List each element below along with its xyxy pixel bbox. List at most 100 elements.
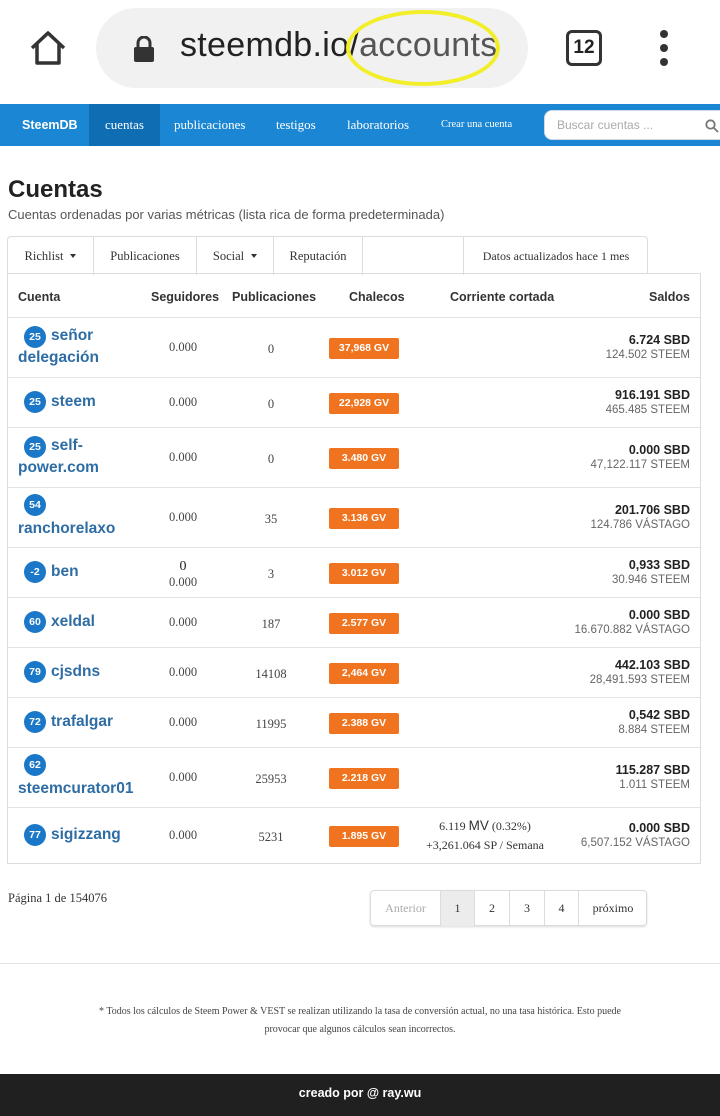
nav-item-cuentas[interactable]: cuentas — [89, 104, 160, 146]
tab-reputacion[interactable]: Reputación — [274, 237, 363, 275]
page-2-button[interactable]: 2 — [475, 891, 510, 926]
page-3-button[interactable]: 3 — [510, 891, 545, 926]
sort-tabs: Richlist Publicaciones Social Reputación… — [7, 236, 648, 275]
reputation-badge: 25 — [24, 391, 46, 413]
balance-sbd: 0.000 SBD — [628, 608, 690, 622]
account-link[interactable]: steem — [51, 391, 96, 413]
tab-richlist-label: Richlist — [24, 249, 64, 263]
balance-steem: 465.485 STEEM — [605, 404, 690, 416]
pagination: Anterior 1 2 3 4 próximo — [370, 890, 647, 926]
nav-item-publicaciones[interactable]: publicaciones — [174, 104, 245, 146]
balance-steem: 124.502 STEEM — [605, 349, 690, 361]
posts-count: 11995 — [255, 717, 287, 731]
table-row: 25 self-power.com 0.000 0 3.480 GV 0.000 SBD 4… — [8, 428, 700, 488]
account-link[interactable]: ranchorelaxo — [18, 518, 115, 540]
table-header: Cuenta Seguidores Publicaciones Chalecos… — [8, 274, 700, 318]
caret-down-icon — [251, 254, 258, 258]
tab-richlist[interactable]: Richlist — [8, 237, 94, 275]
followers-value: 0.000 — [168, 510, 198, 524]
search-icon[interactable] — [705, 119, 719, 133]
column-header-saldos[interactable]: Saldos — [649, 290, 690, 304]
page-subtitle: Cuentas ordenadas por varias métricas (l… — [8, 207, 445, 222]
reputation-badge: 62 — [24, 754, 46, 776]
account-link[interactable]: ben — [51, 561, 79, 583]
balance-sbd: 442.103 SBD — [614, 658, 690, 672]
followers-count: 0 — [179, 559, 187, 574]
posts-count: 14108 — [255, 667, 287, 681]
balance-steem: 1.011 STEEM — [619, 779, 690, 791]
posts-count: 3 — [267, 567, 275, 581]
followers-value: 0.000 — [168, 665, 198, 679]
page-info-current: 1 — [45, 891, 52, 905]
account-link-line2[interactable]: delegación — [18, 347, 99, 369]
balance-sbd: 115.287 SBD — [615, 763, 690, 777]
tab-social[interactable]: Social — [197, 237, 274, 275]
accounts-table: Cuenta Seguidores Publicaciones Chalecos… — [7, 273, 701, 864]
prev-page-button[interactable]: Anterior — [371, 891, 441, 926]
balance-sbd: 0.000 SBD — [628, 821, 690, 835]
browser-toolbar: steemdb.io/accounts 12 — [0, 0, 720, 104]
balance-steem: 8.884 STEEM — [618, 724, 690, 736]
table-row: 72 trafalgar 0.000 11995 2.388 GV 0,542 SBD 8.… — [8, 698, 700, 748]
nav-item-laboratorios[interactable]: laboratorios — [347, 104, 409, 146]
account-link[interactable]: xeldal — [51, 611, 95, 633]
vests-badge: 2.388 GV — [329, 713, 399, 734]
url-path: accounts — [359, 26, 498, 64]
account-link[interactable]: cjsdns — [51, 661, 100, 683]
balance-sbd: 0.000 SBD — [628, 443, 690, 457]
power-mv-value: 6.119 — [439, 819, 466, 833]
balance-steem: 30.946 STEEM — [612, 574, 690, 586]
url-text[interactable]: steemdb.io/accounts — [180, 26, 498, 65]
next-page-button[interactable]: próximo — [579, 891, 647, 926]
nav-item-testigos[interactable]: testigos — [276, 104, 316, 146]
account-link[interactable]: señor — [51, 325, 93, 347]
power-down-rate: 6.119 MV (0.32%) — [418, 818, 552, 834]
caret-down-icon — [70, 254, 77, 258]
reputation-badge: 77 — [24, 824, 46, 846]
footnote-line-2: provocar que algunos cálculos sean incor… — [264, 1024, 456, 1035]
table-row: 54 ranchorelaxo 0.000 35 3.136 GV 201.706 SBD… — [8, 488, 700, 548]
page-info: Página 1 de 154076 — [8, 891, 107, 906]
column-header-cuenta[interactable]: Cuenta — [18, 290, 60, 304]
column-header-chalecos[interactable]: Chalecos — [349, 290, 405, 304]
account-link-line2[interactable]: power.com — [18, 457, 99, 479]
footer-divider — [0, 963, 720, 964]
followers-value: 0.000 — [168, 828, 198, 842]
posts-count: 5231 — [258, 830, 284, 844]
reputation-badge: 25 — [24, 326, 46, 348]
brand-link[interactable]: SteemDB — [22, 104, 78, 146]
page-info-prefix: Página — [8, 891, 43, 905]
vests-badge: 22,928 GV — [329, 393, 399, 414]
table-row: -2 ben 0 0.000 3 3.012 GV 0,933 SBD 30.946 STEE… — [8, 548, 700, 598]
nav-item-create-account[interactable]: Crear una cuenta — [441, 104, 512, 146]
page-title: Cuentas — [8, 176, 103, 203]
column-header-corriente[interactable]: Corriente cortada — [450, 290, 554, 304]
account-link[interactable]: self- — [51, 435, 83, 457]
tab-publicaciones[interactable]: Publicaciones — [94, 237, 197, 275]
vests-badge: 3.136 GV — [329, 508, 399, 529]
home-icon[interactable] — [28, 28, 68, 68]
page-1-button[interactable]: 1 — [441, 891, 475, 926]
tab-switcher-button[interactable]: 12 — [566, 30, 602, 66]
table-row: 77 sigizzang 0.000 5231 1.895 GV 6.119 MV (0.… — [8, 808, 700, 864]
table-row: 79 cjsdns 0.000 14108 2,464 GV 442.103 SBD 28,… — [8, 648, 700, 698]
column-header-seguidores[interactable]: Seguidores — [151, 290, 219, 304]
account-link[interactable]: sigizzang — [51, 824, 121, 846]
overflow-menu-icon[interactable] — [656, 30, 672, 66]
posts-count: 35 — [264, 512, 278, 526]
table-row: 62 steemcurator01 0.000 25953 2.218 GV 115.28… — [8, 748, 700, 808]
vests-badge: 1.895 GV — [329, 826, 399, 847]
posts-count: 0 — [267, 397, 275, 411]
account-link[interactable]: steemcurator01 — [18, 778, 133, 800]
account-link[interactable]: trafalgar — [51, 711, 113, 733]
page-4-button[interactable]: 4 — [545, 891, 579, 926]
search-input[interactable] — [557, 111, 707, 139]
column-header-publicaciones[interactable]: Publicaciones — [232, 290, 316, 304]
power-mv-percent: (0.32%) — [491, 819, 531, 833]
vests-badge: 37,968 GV — [329, 338, 399, 359]
table-row: 60 xeldal 0.000 187 2.577 GV 0.000 SBD 16.670.… — [8, 598, 700, 648]
followers-value: 0.000 — [168, 615, 198, 629]
vests-badge: 2.218 GV — [329, 768, 399, 789]
reputation-badge: -2 — [24, 561, 46, 583]
balance-sbd: 0,542 SBD — [628, 708, 690, 722]
